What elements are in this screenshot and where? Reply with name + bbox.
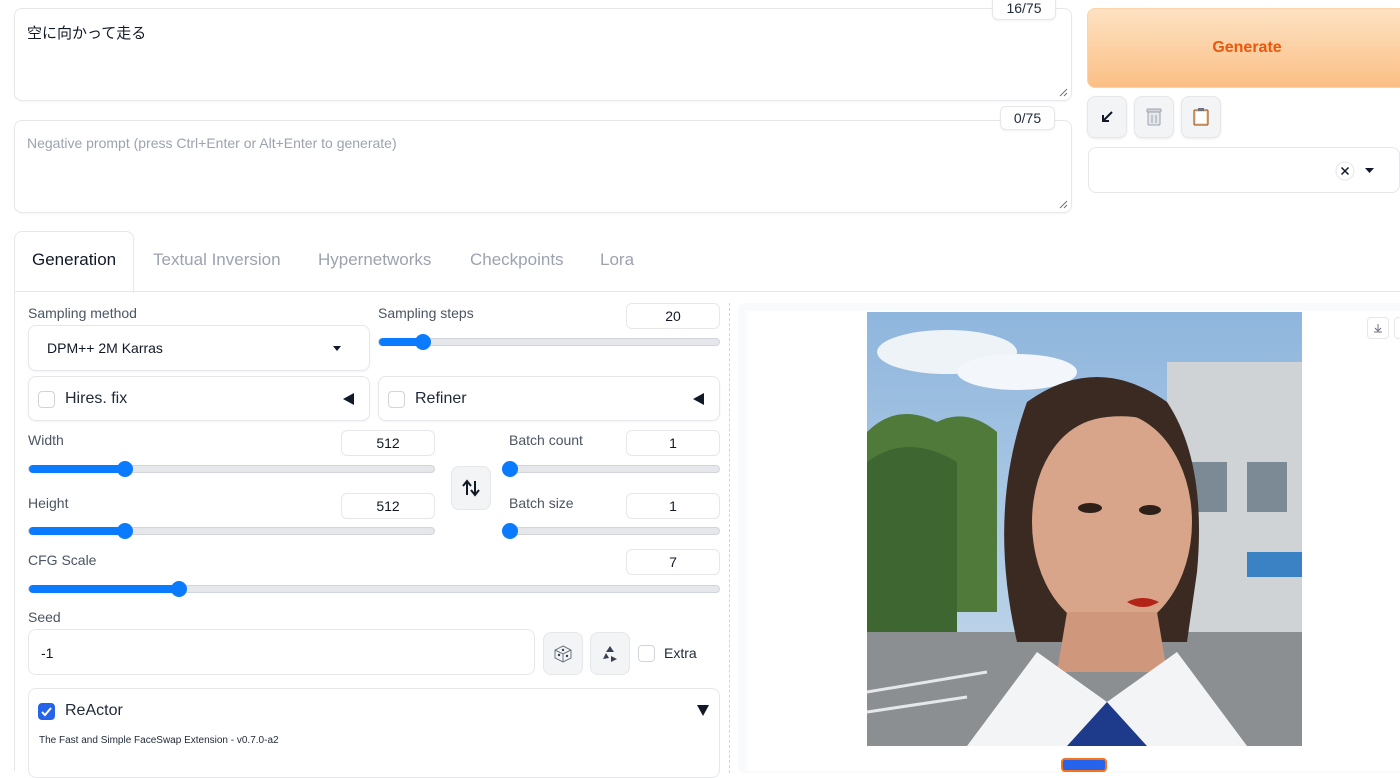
chevron-down-icon[interactable]: [1365, 168, 1374, 174]
negative-prompt-placeholder: Negative prompt (press Ctrl+Enter or Alt…: [27, 135, 397, 151]
apply-style-button[interactable]: [1181, 96, 1221, 138]
expand-arrow-icon[interactable]: [697, 705, 709, 716]
slider-thumb[interactable]: [502, 523, 518, 539]
dice-icon: [554, 644, 572, 663]
tab-hypernetworks[interactable]: Hypernetworks: [318, 250, 431, 270]
tab-lora[interactable]: Lora: [600, 250, 634, 270]
resize-grip-icon[interactable]: [1059, 88, 1068, 97]
reactor-subtitle: The Fast and Simple FaceSwap Extension -…: [39, 735, 279, 746]
generated-image[interactable]: [867, 312, 1302, 746]
batch-size-label: Batch size: [509, 495, 574, 511]
height-slider[interactable]: [28, 523, 435, 539]
arrow-down-left-icon: [1102, 111, 1113, 122]
swap-dimensions-button[interactable]: [451, 466, 491, 510]
download-icon: [1374, 324, 1382, 333]
recycle-icon: [603, 645, 617, 662]
collapse-arrow-icon[interactable]: [343, 393, 354, 405]
chevron-down-icon: [333, 346, 341, 351]
tab-generation[interactable]: Generation: [32, 250, 116, 270]
batch-size-input[interactable]: 1: [626, 493, 720, 519]
cfg-scale-slider[interactable]: [28, 581, 720, 597]
refiner-checkbox[interactable]: [388, 391, 405, 408]
close-image-button[interactable]: [1394, 317, 1400, 339]
cfg-scale-label: CFG Scale: [28, 552, 97, 568]
swap-arrows-icon: [462, 479, 480, 497]
width-input[interactable]: 512: [341, 430, 435, 456]
height-label: Height: [28, 495, 69, 511]
collapse-arrow-icon[interactable]: [693, 393, 704, 405]
column-divider: [729, 303, 730, 773]
hires-fix-label: Hires. fix: [65, 390, 128, 407]
tab-textual-inversion[interactable]: Textual Inversion: [153, 250, 281, 270]
width-slider[interactable]: [28, 461, 435, 477]
prompt-text: 空に向かって走る: [27, 25, 147, 42]
batch-count-label: Batch count: [509, 432, 583, 448]
clipboard-icon: [1193, 108, 1209, 126]
batch-count-input[interactable]: 1: [626, 430, 720, 456]
random-seed-button[interactable]: [543, 632, 583, 675]
width-label: Width: [28, 432, 64, 448]
slider-fill: [29, 465, 125, 473]
slider-thumb[interactable]: [170, 581, 187, 597]
extra-label: Extra: [664, 645, 697, 661]
slider-fill: [29, 527, 125, 535]
clear-prompt-button[interactable]: [1134, 96, 1174, 138]
slider-thumb[interactable]: [116, 523, 133, 539]
refiner-accordion[interactable]: Refiner: [378, 376, 720, 421]
reactor-checkbox[interactable]: [38, 703, 55, 720]
prompt-textarea[interactable]: 空に向かって走る: [14, 8, 1072, 101]
batch-count-slider[interactable]: [502, 461, 720, 477]
sampling-method-value: DPM++ 2M Karras: [47, 340, 163, 356]
sampling-steps-input[interactable]: 20: [626, 303, 720, 329]
hires-fix-accordion[interactable]: Hires. fix: [28, 376, 370, 421]
height-input[interactable]: 512: [341, 493, 435, 519]
hires-fix-checkbox[interactable]: [38, 391, 55, 408]
extra-seed-checkbox[interactable]: [638, 645, 655, 662]
sampling-method-dropdown[interactable]: DPM++ 2M Karras: [28, 325, 370, 371]
clear-icon[interactable]: [1335, 161, 1355, 181]
reactor-label: ReActor: [65, 702, 123, 719]
negative-prompt-token-counter: 0/75: [1000, 106, 1055, 130]
seed-value: -1: [41, 645, 54, 661]
cfg-scale-input[interactable]: 7: [626, 549, 720, 575]
gallery-thumbnail-selected[interactable]: [1061, 758, 1107, 772]
check-icon: [41, 707, 52, 717]
generate-button[interactable]: Generate: [1087, 8, 1400, 88]
trash-icon: [1146, 108, 1162, 126]
sampling-steps-slider[interactable]: [378, 334, 720, 350]
negative-prompt-textarea[interactable]: Negative prompt (press Ctrl+Enter or Alt…: [14, 120, 1072, 213]
refiner-label: Refiner: [415, 390, 467, 407]
read-params-button[interactable]: [1087, 96, 1127, 138]
resize-grip-icon[interactable]: [1059, 200, 1068, 209]
tab-checkpoints[interactable]: Checkpoints: [470, 250, 564, 270]
slider-thumb[interactable]: [116, 461, 133, 477]
reuse-seed-button[interactable]: [590, 632, 630, 675]
slider-fill: [29, 585, 179, 593]
prompt-token-counter: 16/75: [992, 0, 1056, 20]
download-button[interactable]: [1367, 317, 1389, 339]
slider-thumb[interactable]: [502, 461, 518, 477]
seed-label: Seed: [28, 609, 61, 625]
batch-size-slider[interactable]: [502, 523, 720, 539]
seed-input[interactable]: -1: [28, 629, 535, 675]
styles-dropdown[interactable]: [1088, 147, 1400, 193]
sampling-method-label: Sampling method: [28, 305, 137, 321]
sampling-steps-label: Sampling steps: [378, 305, 474, 321]
